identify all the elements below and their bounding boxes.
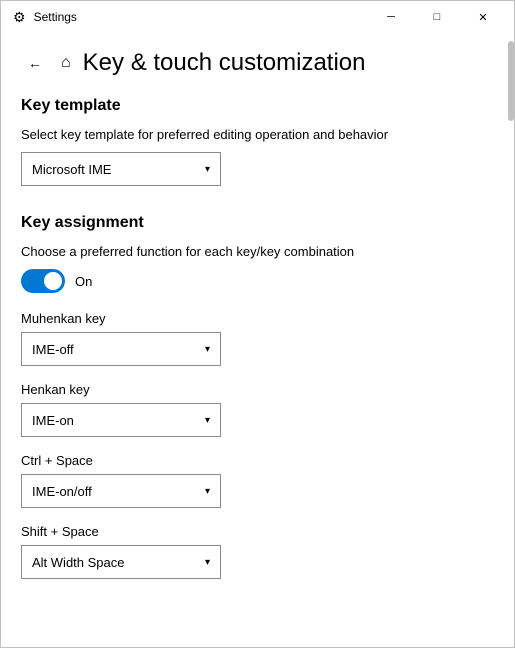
main-content: ← ⌂ Key & touch customization Key templa… — [1, 33, 514, 647]
henkan-arrow: ▾ — [205, 415, 210, 426]
ctrl-space-value: IME-on/off — [32, 484, 92, 499]
app-icon: ⚙ — [13, 9, 26, 26]
titlebar-controls: ─ □ ✕ — [368, 1, 506, 33]
toggle-row: On — [21, 269, 494, 293]
shift-space-arrow: ▾ — [205, 557, 210, 568]
key-template-label: Select key template for preferred editin… — [21, 127, 494, 142]
page-header: ← ⌂ Key & touch customization — [21, 33, 494, 97]
key-assignment-heading: Key assignment — [21, 214, 494, 232]
muhenkan-arrow: ▾ — [205, 344, 210, 355]
muhenkan-label: Muhenkan key — [21, 311, 494, 326]
shift-space-label: Shift + Space — [21, 524, 494, 539]
settings-window: ⚙ Settings ─ □ ✕ ← ⌂ Key & touch customi… — [0, 0, 515, 648]
key-template-section: Key template Select key template for pre… — [21, 97, 494, 186]
minimize-button[interactable]: ─ — [368, 1, 414, 33]
titlebar-left: ⚙ Settings — [13, 9, 77, 26]
muhenkan-value: IME-off — [32, 342, 74, 357]
ctrl-space-dropdown[interactable]: IME-on/off ▾ — [21, 474, 221, 508]
page-title: Key & touch customization — [83, 49, 366, 77]
toggle-state-label: On — [75, 274, 92, 289]
scrollbar-thumb — [508, 41, 514, 121]
key-assignment-section: Key assignment Choose a preferred functi… — [21, 214, 494, 579]
henkan-label: Henkan key — [21, 382, 494, 397]
shift-space-dropdown[interactable]: Alt Width Space ▾ — [21, 545, 221, 579]
muhenkan-field: Muhenkan key IME-off ▾ — [21, 311, 494, 366]
key-template-value: Microsoft IME — [32, 162, 111, 177]
back-button[interactable]: ← — [21, 49, 49, 77]
key-assignment-label: Choose a preferred function for each key… — [21, 244, 494, 259]
key-template-dropdown[interactable]: Microsoft IME ▾ — [21, 152, 221, 186]
titlebar: ⚙ Settings ─ □ ✕ — [1, 1, 514, 33]
ctrl-space-field: Ctrl + Space IME-on/off ▾ — [21, 453, 494, 508]
shift-space-value: Alt Width Space — [32, 555, 125, 570]
maximize-button[interactable]: □ — [414, 1, 460, 33]
toggle-switch[interactable] — [21, 269, 65, 293]
toggle-knob — [44, 272, 62, 290]
henkan-value: IME-on — [32, 413, 74, 428]
close-button[interactable]: ✕ — [460, 1, 506, 33]
ctrl-space-arrow: ▾ — [205, 486, 210, 497]
titlebar-title: Settings — [34, 10, 77, 24]
key-template-arrow: ▾ — [205, 164, 210, 175]
ctrl-space-label: Ctrl + Space — [21, 453, 494, 468]
scrollbar-track[interactable] — [508, 1, 514, 647]
home-icon: ⌂ — [61, 54, 71, 72]
henkan-dropdown[interactable]: IME-on ▾ — [21, 403, 221, 437]
back-icon: ← — [28, 55, 42, 71]
muhenkan-dropdown[interactable]: IME-off ▾ — [21, 332, 221, 366]
henkan-field: Henkan key IME-on ▾ — [21, 382, 494, 437]
key-template-heading: Key template — [21, 97, 494, 115]
shift-space-field: Shift + Space Alt Width Space ▾ — [21, 524, 494, 579]
